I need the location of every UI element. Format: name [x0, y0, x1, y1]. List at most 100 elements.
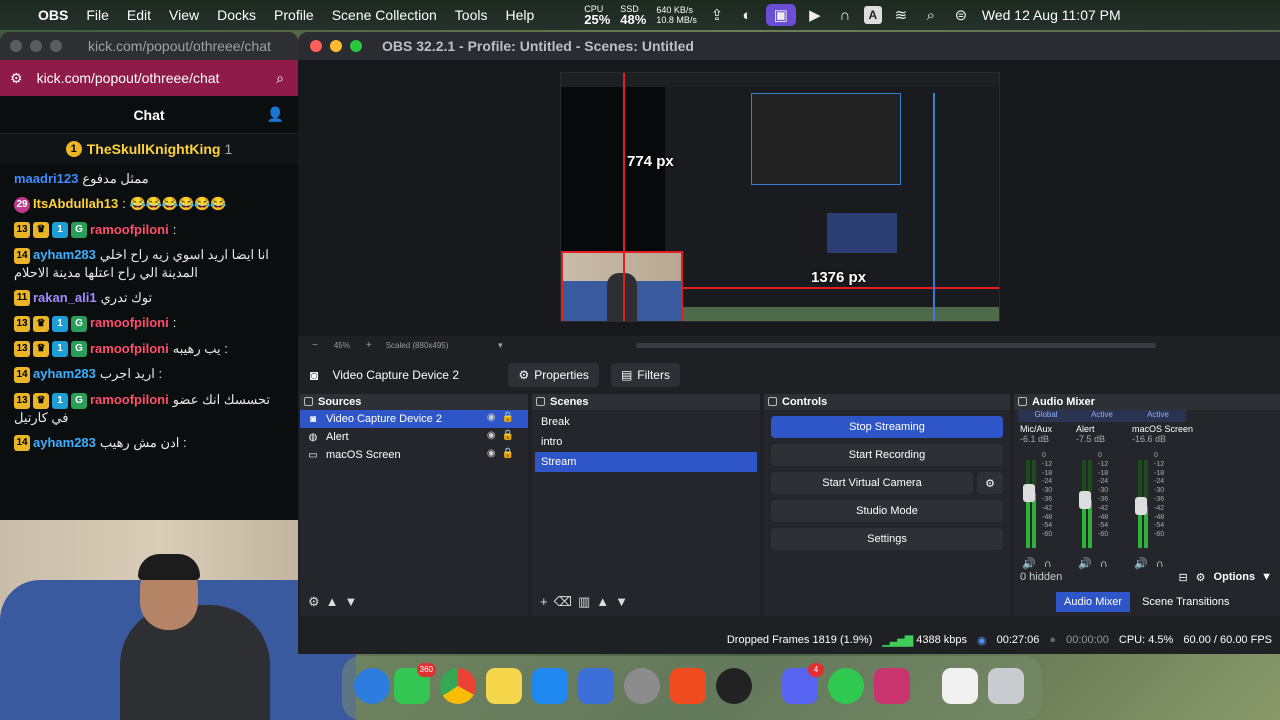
simulator-icon[interactable] [578, 668, 614, 704]
cpu-stat[interactable]: CPU 25% [584, 4, 610, 26]
trash-icon[interactable]: ⌫ [554, 594, 578, 609]
zoom-button[interactable] [50, 40, 62, 52]
channel-name[interactable]: Alert [1074, 424, 1130, 434]
chat-message[interactable]: maadri123 ممثل مدفوع [0, 166, 298, 191]
scene-down-icon[interactable]: ▼ [615, 594, 634, 609]
green-app-icon[interactable] [828, 668, 864, 704]
menu-file[interactable]: File [86, 7, 109, 23]
scale-dropdown-icon[interactable]: ▼ [496, 341, 504, 350]
messages-icon[interactable]: 360 [394, 663, 436, 704]
app-store-icon[interactable] [532, 668, 568, 704]
chevron-down-icon[interactable]: ▼ [1261, 571, 1272, 583]
visibility-lock-icons[interactable]: ◉🔒 [487, 412, 520, 423]
obs-close-button[interactable] [310, 40, 322, 52]
volume-fader[interactable] [1023, 484, 1035, 502]
chat-username[interactable]: ramoofpiloni [90, 341, 169, 356]
input-source-icon[interactable]: A [863, 6, 882, 24]
tab-scene-transitions[interactable]: Scene Transitions [1130, 592, 1241, 612]
menu-scene-collection[interactable]: Scene Collection [332, 7, 437, 23]
chat-message[interactable]: 13 ♛ 1 Gramoofpiloni تحسسك انك عضو في كارتيل [0, 387, 298, 430]
chat-message[interactable]: 13 ♛ 1 Gramoofpiloni: [0, 310, 298, 336]
virtual-camera-settings-icon[interactable]: ⚙ [977, 472, 1003, 494]
move-up-icon[interactable]: ▲ [326, 594, 345, 609]
menu-app-name[interactable]: OBS [38, 7, 68, 23]
scene-up-icon[interactable]: ▲ [596, 594, 615, 609]
obs-zoom-button[interactable] [350, 40, 362, 52]
selected-source-box[interactable] [561, 251, 683, 321]
scene-item[interactable]: Stream [535, 452, 757, 472]
menu-edit[interactable]: Edit [127, 7, 151, 23]
brave-icon[interactable] [670, 668, 706, 704]
tab-audio-mixer[interactable]: Audio Mixer [1056, 592, 1131, 612]
source-settings-icon[interactable]: ⚙ [308, 594, 326, 609]
clock[interactable]: Wed 12 Aug 11:07 PM [982, 7, 1121, 23]
menu-profile[interactable]: Profile [274, 7, 314, 23]
scenes-list[interactable]: Break intro Stream [532, 410, 760, 474]
chat-username[interactable]: ramoofpiloni [90, 392, 169, 407]
user-settings-icon[interactable]: 👤 [267, 106, 284, 123]
minimize-button[interactable] [30, 40, 42, 52]
studio-mode-button[interactable]: Studio Mode [771, 500, 1003, 522]
notes-icon[interactable] [486, 668, 522, 704]
visibility-lock-icons[interactable]: ◉🔒 [487, 448, 520, 459]
channel-name[interactable]: macOS Screen [1130, 424, 1193, 434]
start-recording-button[interactable]: Start Recording [771, 444, 1003, 466]
sources-list[interactable]: ◙ Video Capture Device 2 ◉🔒 ◍ Alert ◉🔒 ▭ macOS … [300, 410, 528, 464]
source-item[interactable]: ◙ Video Capture Device 2 ◉🔒 [300, 410, 528, 428]
pinned-gifter[interactable]: 1 TheSkullKnightKing 1 [0, 134, 298, 164]
chrome-icon[interactable] [440, 668, 476, 704]
system-settings-icon[interactable] [624, 668, 660, 704]
settings-sliders-icon[interactable]: ⚙ [10, 70, 23, 87]
control-center-icon[interactable]: ⊜ [950, 4, 972, 26]
source-item[interactable]: ▭ macOS Screen ◉🔒 [300, 446, 528, 464]
chat-username[interactable]: maadri123 [14, 171, 78, 186]
chat-username[interactable]: ayham283 [33, 435, 96, 450]
chat-message[interactable]: 11 rakan_ali1 توك تدري [0, 285, 298, 311]
discord-icon[interactable]: 4 [782, 663, 824, 704]
headphones-icon[interactable]: ∩ [834, 4, 856, 26]
chat-message[interactable]: 14 ayham283 انا ايضا اريد اسوي زيه راح اخل… [0, 242, 298, 285]
obs-dock-icon[interactable] [716, 668, 752, 704]
network-stat[interactable]: 640 KB/s 10.8 MB/s [656, 5, 697, 25]
chat-username[interactable]: rakan_ali1 [33, 290, 97, 305]
scene-item[interactable]: intro [535, 432, 757, 452]
chat-username[interactable]: ramoofpiloni [90, 222, 169, 237]
chat-message[interactable]: 14 ayham283 اريد اجرب : [0, 361, 298, 387]
mixer-gear-icon[interactable]: ⚙ [1196, 571, 1206, 584]
url-text[interactable]: kick.com/popout/othreee/chat [37, 70, 277, 86]
filters-button[interactable]: ▤ Filters [610, 363, 680, 387]
zoom-search-icon[interactable]: ⌕ [276, 70, 284, 87]
add-scene-icon[interactable]: + [540, 594, 554, 609]
source-item[interactable]: ◍ Alert ◉🔒 [300, 428, 528, 446]
menu-view[interactable]: View [169, 7, 199, 23]
chat-username[interactable]: ayham283 [33, 247, 96, 262]
zoom-in-button[interactable]: + [366, 340, 372, 351]
obs-tray-icon[interactable]: ▣ [765, 4, 796, 26]
trash-dock-icon[interactable] [988, 668, 1024, 704]
wifi-icon[interactable]: ≋ [890, 4, 912, 26]
start-virtual-camera-button[interactable]: Start Virtual Camera [771, 472, 973, 494]
move-down-icon[interactable]: ▼ [345, 594, 364, 609]
volume-fader[interactable] [1135, 497, 1147, 515]
scene-item[interactable]: Break [535, 412, 757, 432]
chat-message[interactable]: 29 ItsAbdullah13: 😂😂😂😂😂😂 [0, 191, 298, 217]
settings-button[interactable]: Settings [771, 528, 1003, 550]
chat-message[interactable]: 13 ♛ 1 Gramoofpiloni يب رهيبه : [0, 336, 298, 362]
layout-icon[interactable]: ⊟ [1178, 571, 1187, 584]
visibility-lock-icons[interactable]: ◉🔒 [487, 430, 520, 441]
menu-help[interactable]: Help [505, 7, 534, 23]
preview-area[interactable]: 774 px 1376 px [298, 60, 1280, 336]
obs-minimize-button[interactable] [330, 40, 342, 52]
chat-username[interactable]: ItsAbdullah13 [33, 196, 118, 211]
document-icon[interactable] [942, 668, 978, 704]
search-icon[interactable]: ⌕ [920, 4, 942, 26]
channel-name[interactable]: Mic/Aux [1018, 424, 1074, 434]
color-icon[interactable]: ◐ [736, 4, 758, 26]
figma-icon[interactable] [874, 668, 910, 704]
screenshot-icon[interactable]: ⇪ [706, 4, 728, 26]
menu-docks[interactable]: Docks [217, 7, 256, 23]
url-bar[interactable]: ⚙ kick.com/popout/othreee/chat ⌕ [0, 60, 298, 96]
mixer-options[interactable]: Options [1214, 571, 1256, 583]
stop-streaming-button[interactable]: Stop Streaming [771, 416, 1003, 438]
properties-button[interactable]: ⚙ Properties [508, 363, 599, 387]
